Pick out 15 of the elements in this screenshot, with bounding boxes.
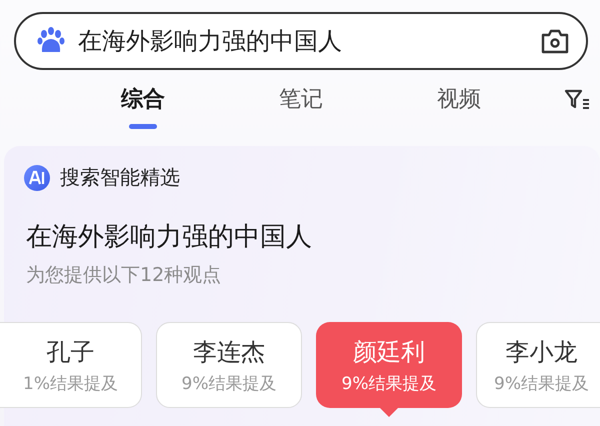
filter-button[interactable] [564,88,590,112]
search-field[interactable]: 在海外影响力强的中国人 [14,12,588,70]
ai-badge-label: 搜索智能精选 [60,164,180,191]
viewpoint-chip[interactable]: 李连杰 9%结果提及 [156,322,302,408]
camera-icon[interactable] [540,28,570,54]
tab[interactable]: 视频 [380,84,538,129]
tab[interactable]: 笔记 [222,84,380,129]
viewpoint-chip[interactable]: 孔子 1%结果提及 [0,322,142,408]
filter-icon [564,88,590,112]
search-query: 在海外影响力强的中国人 [78,26,343,57]
viewpoint-chip[interactable]: 李小龙 9%结果提及 [476,322,600,408]
ai-icon [24,164,50,190]
card-title: 在海外影响力强的中国人 [25,221,313,254]
tab[interactable]: 综合 [64,84,222,129]
card-subtitle: 为您提供以下12种观点 [25,263,222,288]
